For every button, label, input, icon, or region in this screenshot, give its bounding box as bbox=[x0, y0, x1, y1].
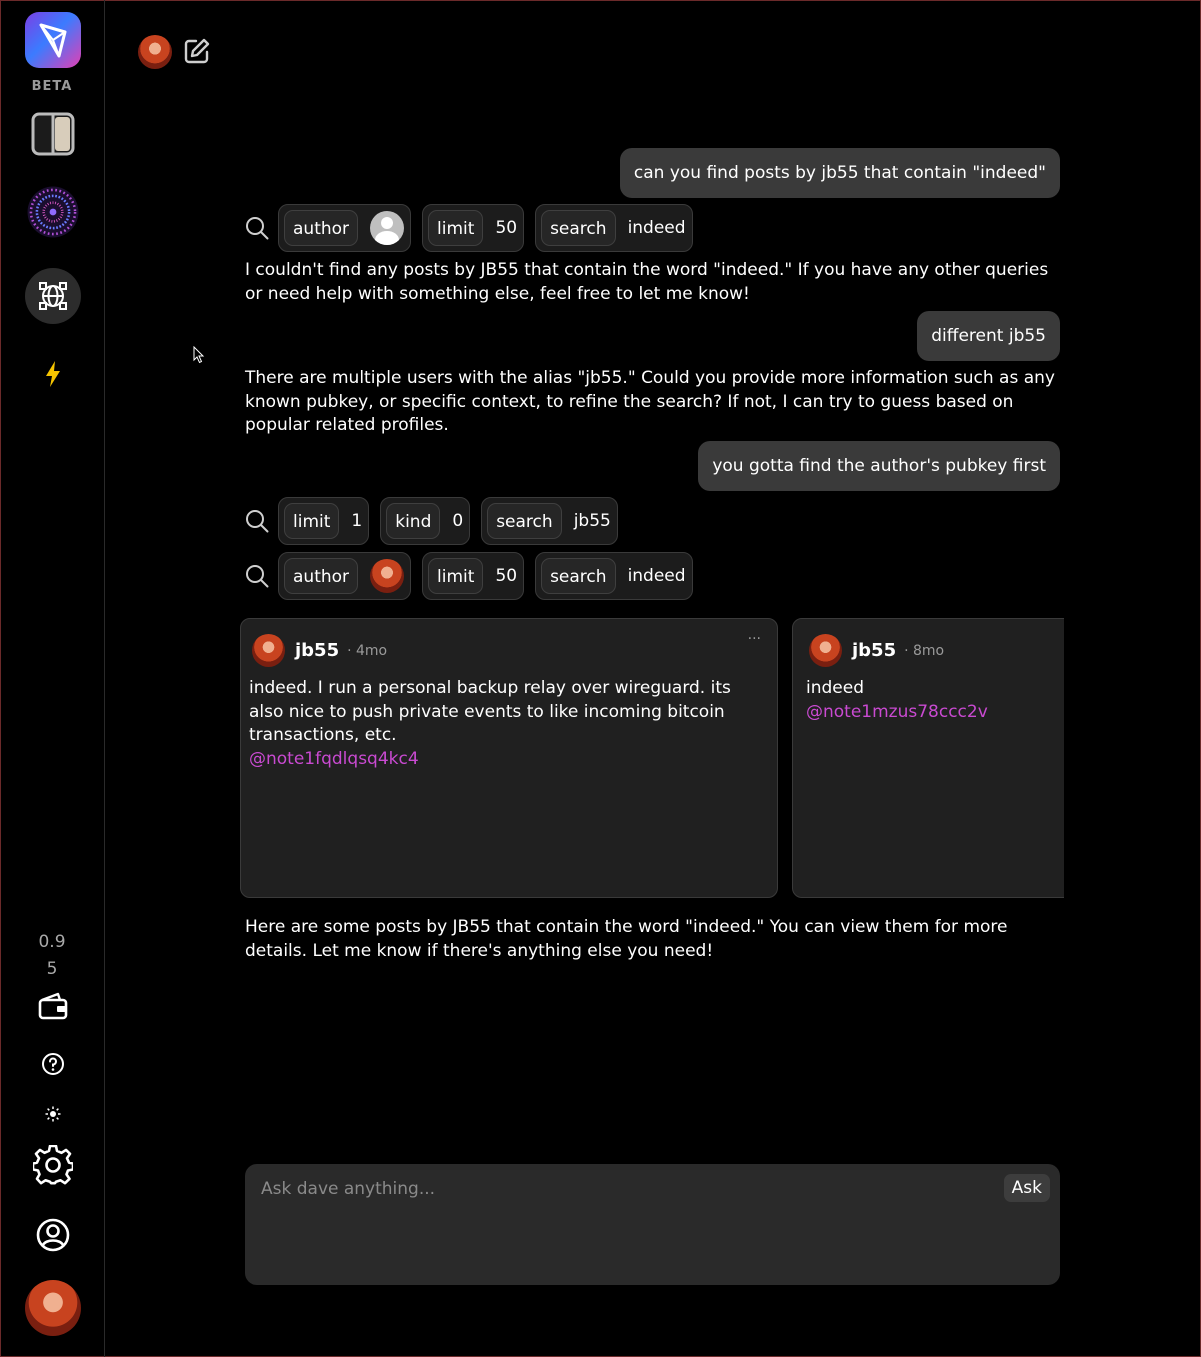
zap-button[interactable] bbox=[25, 346, 81, 402]
logo-icon bbox=[39, 23, 67, 58]
chip-value bbox=[370, 559, 405, 593]
chip-key: search bbox=[541, 558, 616, 594]
chip-key: limit bbox=[428, 558, 484, 594]
post-time: · 4mo bbox=[347, 642, 388, 659]
author-avatar[interactable] bbox=[809, 634, 842, 667]
post-results[interactable]: jb55 · 4mo ··· indeed. I run a personal … bbox=[240, 618, 1064, 900]
user-circle-icon bbox=[36, 1218, 70, 1252]
ask-button[interactable]: Ask bbox=[1003, 1174, 1050, 1202]
beta-label: BETA bbox=[31, 79, 73, 94]
tool-call-row: author limit 50 search indeed bbox=[245, 551, 704, 601]
chip-key: author bbox=[284, 558, 359, 594]
chip-key: limit bbox=[428, 210, 484, 246]
chip-key: author bbox=[284, 210, 359, 246]
query-chip-kind: kind 0 bbox=[380, 497, 471, 545]
author-avatar[interactable] bbox=[252, 634, 285, 667]
more-options-icon[interactable]: ··· bbox=[748, 631, 761, 647]
author-avatar bbox=[370, 559, 405, 593]
mouse-cursor-icon bbox=[193, 346, 205, 364]
query-chip-search: search jb55 bbox=[481, 497, 618, 545]
theme-toggle[interactable] bbox=[25, 1086, 81, 1142]
note-mention-link[interactable]: @note1mzus78ccc2v bbox=[806, 701, 1064, 725]
new-chat-button[interactable] bbox=[183, 37, 211, 65]
chat-input[interactable] bbox=[245, 1164, 985, 1214]
chip-key: search bbox=[487, 503, 562, 539]
profile-button[interactable] bbox=[25, 1207, 81, 1263]
query-chip-limit: limit 1 bbox=[278, 497, 370, 545]
search-icon bbox=[246, 565, 269, 588]
account-avatar[interactable] bbox=[25, 1280, 81, 1336]
search-icon bbox=[246, 217, 269, 240]
columns-icon bbox=[31, 112, 75, 156]
chip-value bbox=[370, 211, 405, 245]
post-header: jb55 · 8mo bbox=[809, 634, 944, 667]
post-text: indeed bbox=[806, 678, 864, 698]
post-card[interactable]: jb55 · 4mo ··· indeed. I run a personal … bbox=[240, 618, 778, 898]
help-button[interactable] bbox=[25, 1036, 81, 1092]
assistant-message: Here are some posts by JB55 that contain… bbox=[245, 917, 1008, 961]
universe-icon bbox=[27, 186, 79, 238]
search-icon bbox=[246, 510, 269, 533]
chip-value: indeed bbox=[627, 218, 686, 238]
chip-value: 50 bbox=[495, 218, 518, 238]
chip-value: indeed bbox=[627, 566, 686, 586]
tool-call-row: limit 1 kind 0 search jb55 bbox=[245, 496, 629, 546]
version-line-2: 5 bbox=[46, 959, 58, 979]
chip-value: jb55 bbox=[573, 511, 611, 531]
user-message: can you find posts by jb55 that contain … bbox=[619, 148, 1060, 198]
query-chip-limit: limit 50 bbox=[422, 204, 525, 252]
post-header: jb55 · 4mo bbox=[252, 634, 387, 667]
chip-value: 0 bbox=[452, 511, 464, 531]
post-time: · 8mo bbox=[904, 642, 945, 659]
gear-icon bbox=[33, 1145, 73, 1185]
post-card[interactable]: jb55 · 8mo indeed @note1mzus78ccc2v bbox=[792, 618, 1064, 898]
help-icon bbox=[42, 1053, 64, 1075]
post-content: indeed. I run a personal backup relay ov… bbox=[249, 677, 767, 771]
author-name[interactable]: jb55 bbox=[295, 640, 339, 661]
post-content: indeed @note1mzus78ccc2v bbox=[806, 677, 1064, 724]
chip-value: 50 bbox=[495, 566, 518, 586]
query-chip-search: search indeed bbox=[535, 552, 693, 600]
default-avatar-icon bbox=[370, 211, 405, 245]
version-line-1: 0.9 bbox=[38, 932, 66, 952]
chip-key: limit bbox=[284, 503, 340, 539]
post-text: indeed. I run a personal backup relay ov… bbox=[249, 678, 731, 745]
universe-button[interactable] bbox=[25, 184, 81, 240]
settings-button[interactable] bbox=[25, 1137, 81, 1193]
wallet-icon bbox=[38, 992, 68, 1020]
chip-value: 1 bbox=[351, 511, 363, 531]
query-chip-author: author bbox=[278, 204, 412, 252]
edit-icon bbox=[184, 38, 210, 64]
wallet-button[interactable] bbox=[25, 978, 81, 1034]
dave-button[interactable] bbox=[25, 268, 81, 324]
current-account-avatar[interactable] bbox=[138, 35, 172, 69]
assistant-message: I couldn't find any posts by JB55 that c… bbox=[245, 260, 1049, 304]
sidebar: BETA 0.9 5 bbox=[0, 0, 105, 1357]
chip-key: kind bbox=[386, 503, 441, 539]
network-icon bbox=[39, 282, 67, 310]
lightning-icon bbox=[46, 361, 60, 387]
note-mention-link[interactable]: @note1fqdlqsq4kc4 bbox=[249, 748, 767, 772]
user-message: different jb55 bbox=[917, 311, 1060, 361]
chat-input-box: Ask bbox=[245, 1164, 1060, 1285]
tool-call-row: author limit 50 search indeed bbox=[245, 203, 704, 253]
query-chip-author: author bbox=[278, 552, 412, 600]
query-chip-search: search indeed bbox=[535, 204, 693, 252]
assistant-message: There are multiple users with the alias … bbox=[245, 368, 1055, 435]
author-name[interactable]: jb55 bbox=[852, 640, 896, 661]
user-message: you gotta find the author's pubkey first bbox=[698, 441, 1060, 491]
columns-button[interactable] bbox=[25, 106, 81, 162]
query-chip-limit: limit 50 bbox=[422, 552, 525, 600]
sun-icon bbox=[45, 1106, 61, 1122]
app-logo[interactable] bbox=[25, 12, 81, 68]
chip-key: search bbox=[541, 210, 616, 246]
